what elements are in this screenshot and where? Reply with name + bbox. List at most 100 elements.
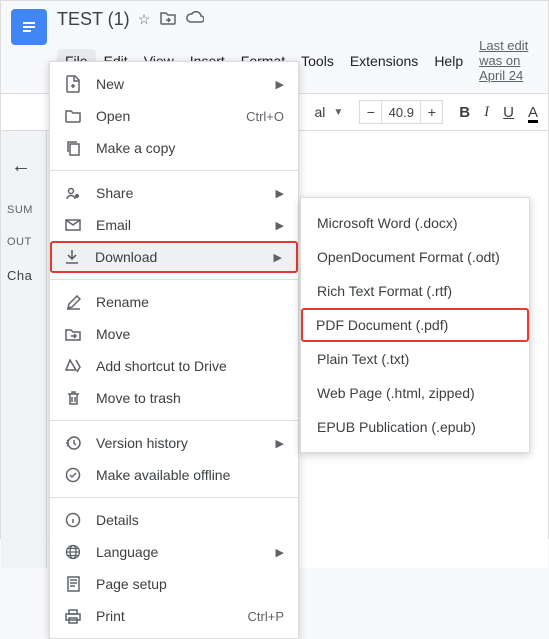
menu-separator — [50, 170, 298, 171]
download-html[interactable]: Web Page (.html, zipped) — [301, 376, 529, 410]
submenu-arrow-icon: ▶ — [274, 251, 282, 264]
font-dropdown[interactable]: al — [314, 104, 325, 120]
offline-icon — [64, 467, 82, 483]
submenu-arrow-icon: ▶ — [276, 78, 284, 91]
menu-tools[interactable]: Tools — [293, 49, 342, 73]
page-setup-icon — [64, 576, 82, 592]
history-icon — [64, 435, 82, 451]
rename-icon — [64, 295, 82, 310]
menu-new-label: New — [96, 76, 124, 92]
menu-print-label: Print — [96, 608, 125, 624]
menu-move-trash-label: Move to trash — [96, 390, 181, 406]
download-docx[interactable]: Microsoft Word (.docx) — [301, 206, 529, 240]
print-shortcut: Ctrl+P — [248, 609, 284, 624]
copy-icon — [64, 140, 82, 156]
menu-offline-label: Make available offline — [96, 467, 230, 483]
info-icon — [64, 512, 82, 528]
download-odt[interactable]: OpenDocument Format (.odt) — [301, 240, 529, 274]
docs-logo-icon[interactable] — [11, 9, 47, 45]
menu-language-label: Language — [96, 544, 158, 560]
summary-label: SUM — [7, 204, 33, 216]
menu-move[interactable]: Move — [50, 318, 298, 350]
font-size-value[interactable]: 40.9 — [382, 105, 420, 120]
menu-open[interactable]: Open Ctrl+O — [50, 100, 298, 132]
menu-make-copy[interactable]: Make a copy — [50, 132, 298, 164]
menu-help[interactable]: Help — [426, 49, 471, 73]
menu-separator — [50, 420, 298, 421]
menu-print[interactable]: Print Ctrl+P — [50, 600, 298, 632]
menu-move-trash[interactable]: Move to trash — [50, 382, 298, 414]
menu-email-label: Email — [96, 217, 131, 233]
menu-page-setup[interactable]: Page setup — [50, 568, 298, 600]
download-odt-label: OpenDocument Format (.odt) — [317, 249, 500, 265]
menu-share-label: Share — [96, 185, 133, 201]
move-icon — [64, 328, 82, 341]
increase-button[interactable]: + — [420, 101, 442, 123]
move-folder-icon[interactable] — [160, 11, 176, 28]
menu-details-label: Details — [96, 512, 139, 528]
font-size-control: − 40.9 + — [359, 100, 443, 124]
email-icon — [64, 219, 82, 231]
download-html-label: Web Page (.html, zipped) — [317, 385, 475, 401]
drive-shortcut-icon — [64, 359, 82, 373]
download-rtf-label: Rich Text Format (.rtf) — [317, 283, 452, 299]
file-menu-dropdown: New ▶ Open Ctrl+O Make a copy Share ▶ Em… — [49, 61, 299, 639]
cloud-status-icon[interactable] — [186, 11, 204, 28]
menu-rename-label: Rename — [96, 294, 149, 310]
download-submenu: Microsoft Word (.docx) OpenDocument Form… — [300, 197, 530, 453]
download-txt-label: Plain Text (.txt) — [317, 351, 409, 367]
download-rtf[interactable]: Rich Text Format (.rtf) — [301, 274, 529, 308]
menu-email[interactable]: Email ▶ — [50, 209, 298, 241]
menu-move-label: Move — [96, 326, 130, 342]
menu-extensions[interactable]: Extensions — [342, 49, 426, 73]
globe-icon — [64, 544, 82, 560]
download-docx-label: Microsoft Word (.docx) — [317, 215, 458, 231]
download-epub-label: EPUB Publication (.epub) — [317, 419, 476, 435]
outline-label: OUT — [7, 236, 32, 248]
menu-offline[interactable]: Make available offline — [50, 459, 298, 491]
submenu-arrow-icon: ▶ — [276, 437, 284, 450]
text-color-button[interactable]: A — [528, 104, 538, 121]
collapse-outline-icon[interactable]: ← — [11, 155, 31, 178]
chapter-label[interactable]: Cha — [7, 268, 32, 283]
menu-make-copy-label: Make a copy — [96, 140, 175, 156]
chevron-down-icon[interactable]: ▼ — [333, 107, 343, 118]
menu-share[interactable]: Share ▶ — [50, 177, 298, 209]
download-pdf-label: PDF Document (.pdf) — [316, 317, 448, 333]
menu-details[interactable]: Details — [50, 504, 298, 536]
download-pdf[interactable]: PDF Document (.pdf) — [301, 308, 529, 342]
menu-new[interactable]: New ▶ — [50, 68, 298, 100]
last-edit-link[interactable]: Last edit was on April 24 — [471, 34, 538, 87]
menu-open-label: Open — [96, 108, 130, 124]
menu-download[interactable]: Download ▶ — [50, 241, 298, 273]
share-icon — [64, 185, 82, 201]
italic-button[interactable]: I — [484, 104, 489, 121]
download-icon — [63, 249, 81, 265]
submenu-arrow-icon: ▶ — [276, 187, 284, 200]
menu-version-history-label: Version history — [96, 435, 188, 451]
menu-separator — [50, 497, 298, 498]
menu-language[interactable]: Language ▶ — [50, 536, 298, 568]
star-icon[interactable]: ☆ — [138, 11, 151, 28]
menu-separator — [50, 279, 298, 280]
bold-button[interactable]: B — [459, 104, 470, 121]
print-icon — [64, 609, 82, 624]
submenu-arrow-icon: ▶ — [276, 219, 284, 232]
open-shortcut: Ctrl+O — [246, 109, 284, 124]
download-txt[interactable]: Plain Text (.txt) — [301, 342, 529, 376]
menu-version-history[interactable]: Version history ▶ — [50, 427, 298, 459]
menu-rename[interactable]: Rename — [50, 286, 298, 318]
outline-panel: ← SUM OUT Cha — [1, 131, 47, 568]
menu-download-label: Download — [95, 249, 157, 265]
menu-add-shortcut-label: Add shortcut to Drive — [96, 358, 227, 374]
underline-button[interactable]: U — [503, 104, 514, 121]
trash-icon — [64, 390, 82, 406]
document-title[interactable]: TEST (1) — [57, 9, 130, 30]
menu-page-setup-label: Page setup — [96, 576, 167, 592]
new-doc-icon — [64, 75, 82, 93]
download-epub[interactable]: EPUB Publication (.epub) — [301, 410, 529, 444]
decrease-button[interactable]: − — [360, 101, 382, 123]
menu-add-shortcut[interactable]: Add shortcut to Drive — [50, 350, 298, 382]
folder-open-icon — [64, 109, 82, 123]
submenu-arrow-icon: ▶ — [276, 546, 284, 559]
